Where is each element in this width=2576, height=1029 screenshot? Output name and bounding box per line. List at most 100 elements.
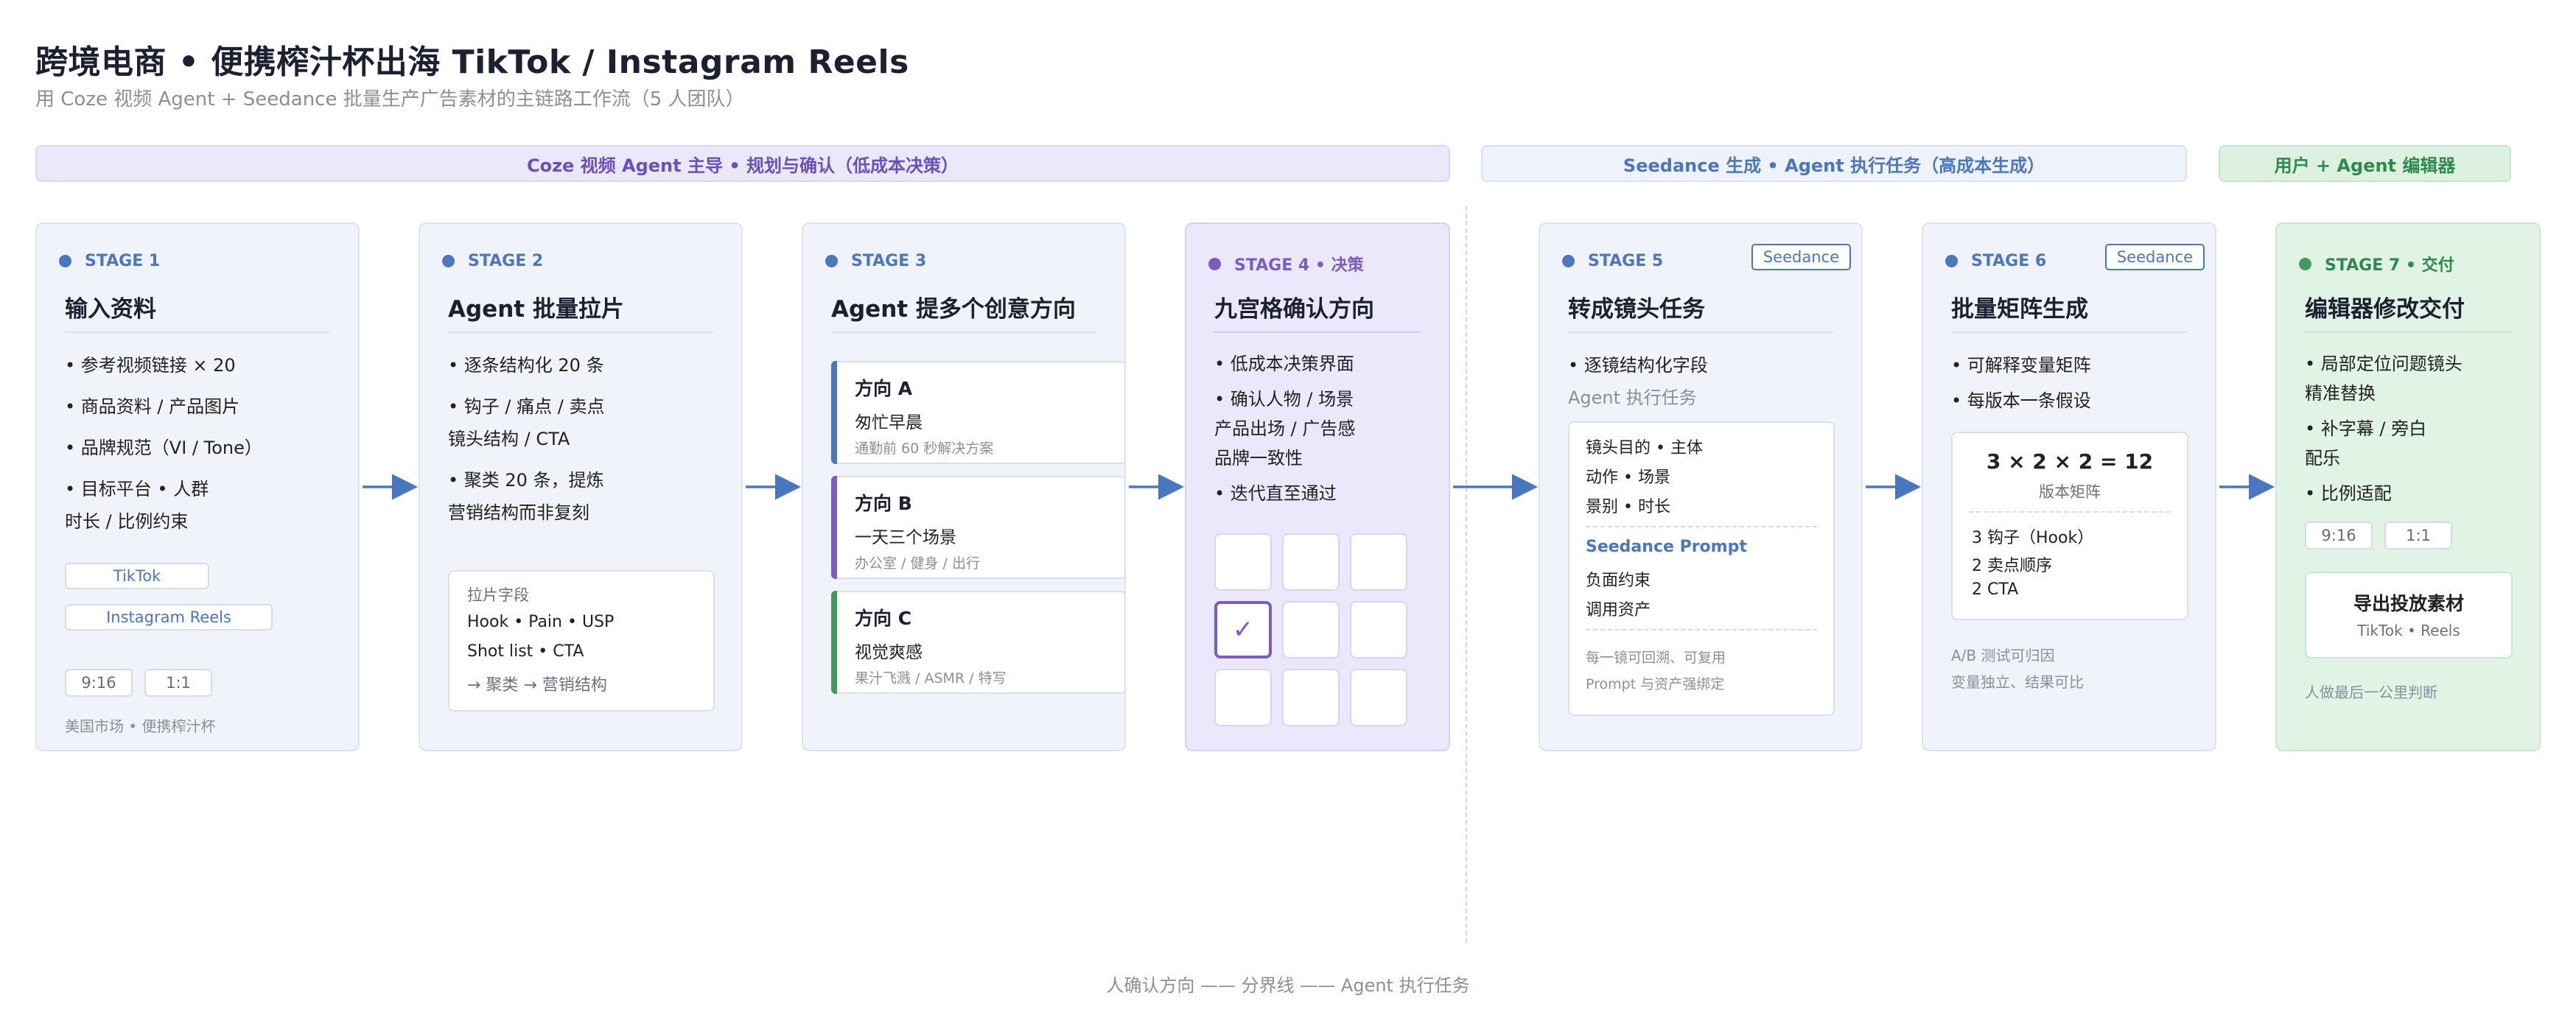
export-sub: TikTok • Reels	[2357, 622, 2460, 639]
export-button[interactable]: 导出投放素材 TikTok • Reels	[2305, 572, 2513, 659]
bullet-item: • 确认人物 / 场景	[1214, 389, 1354, 410]
stage-2-title: Agent 批量拉片	[448, 296, 624, 323]
direction-sub: 果汁飞溅 / ASMR / 特写	[855, 670, 1007, 686]
bullet-item: • 品牌规范（VI / Tone）	[65, 438, 262, 458]
ratio-chip-1-1: 1:1	[2384, 521, 2452, 549]
dashed-divider	[1969, 511, 2171, 513]
stage-2-label: STAGE 2	[442, 252, 543, 270]
bullet-item: • 低成本决策界面	[1214, 354, 1354, 374]
seedance-badge: Seedance	[1751, 244, 1851, 270]
bullet-item: • 目标平台 • 人群	[65, 479, 209, 499]
stage-4-title: 九宫格确认方向	[1214, 296, 1374, 323]
stage-1-card: STAGE 1 输入资料 • 参考视频链接 × 20 • 商品资料 / 产品图片…	[35, 222, 360, 751]
grid-cell[interactable]	[1350, 601, 1407, 659]
bullet-item: • 聚类 20 条，提炼	[448, 470, 604, 491]
direction-sub: 办公室 / 健身 / 出行	[855, 555, 980, 572]
stage-dot-icon	[1562, 255, 1575, 267]
stage-dot-icon	[2299, 257, 2311, 270]
bullet-item: 配乐	[2305, 448, 2340, 468]
bullet-item: • 比例适配	[2305, 483, 2392, 504]
grid-cell[interactable]	[1282, 533, 1340, 591]
stage-2-card: STAGE 2 Agent 批量拉片 • 逐条结构化 20 条 • 钩子 / 痛…	[419, 222, 743, 751]
platform-tag-tiktok: TikTok	[65, 563, 209, 589]
stage-4-card: STAGE 4 • 决策 九宫格确认方向 • 低成本决策界面 • 确认人物 / …	[1185, 222, 1450, 751]
bullet-item: • 每版本一条假设	[1951, 390, 2091, 411]
grid-cell[interactable]	[1350, 533, 1407, 591]
stage-1-note: 美国市场 • 便携榨汁杯	[65, 717, 216, 735]
stage-5-card: STAGE 5 Seedance 转成镜头任务 • 逐镜结构化字段 Agent …	[1539, 222, 1863, 751]
direction-accent	[831, 361, 837, 464]
matrix-formula: 3 × 2 × 2 = 12	[1986, 449, 2154, 474]
stage-1-title: 输入资料	[65, 296, 156, 323]
grid-cell[interactable]	[1214, 533, 1272, 591]
bullet-item: 精准替换	[2305, 383, 2376, 404]
shot-field-line: 镜头目的 • 主体	[1586, 439, 1703, 457]
stage-5-title: 转成镜头任务	[1568, 296, 1705, 323]
stage-dot-icon	[1208, 257, 1221, 270]
stage-5-bullets: • 逐镜结构化字段 Agent 执行任务	[1568, 349, 1839, 414]
bullet-item: • 参考视频链接 × 20	[65, 355, 236, 376]
bullet-item: • 迭代直至通过	[1214, 483, 1337, 504]
bullet-item: • 可解释变量矩阵	[1951, 355, 2091, 376]
platform-tag-instagram: Instagram Reels	[65, 604, 273, 631]
pull-fields-heading: 拉片字段	[467, 586, 529, 604]
bullet-item: • 局部定位问题镜头	[2305, 354, 2463, 374]
grid-cell[interactable]	[1282, 669, 1340, 726]
stage-dot-icon	[59, 255, 71, 267]
grid-cell-selected[interactable]: ✓	[1214, 601, 1272, 659]
shot-note: Prompt 与资产强绑定	[1586, 676, 1725, 692]
grid-cell[interactable]	[1214, 669, 1272, 726]
shot-field-line: 调用资产	[1586, 601, 1651, 619]
stage-5-label: STAGE 5	[1562, 252, 1663, 270]
grid-cell[interactable]	[1350, 669, 1407, 726]
version-matrix-box: 3 × 2 × 2 = 12 版本矩阵 3 钩子（Hook） 2 卖点顺序 2 …	[1951, 432, 2188, 620]
direction-card-c[interactable]: 方向 C 视觉爽感 果汁飞溅 / ASMR / 特写	[831, 591, 1126, 694]
matrix-line: 2 卖点顺序	[1972, 557, 2052, 575]
phase-band-seedance: Seedance 生成 • Agent 执行任务（高成本生成）	[1481, 145, 2187, 182]
check-icon: ✓	[1232, 615, 1254, 645]
stage-6-note: A/B 测试可归因	[1951, 647, 2055, 664]
stage-3-label: STAGE 3	[825, 252, 926, 270]
page-title: 跨境电商 • 便携榨汁杯出海 TikTok / Instagram Reels	[35, 43, 909, 81]
bullet-sub: Agent 执行任务	[1568, 387, 1697, 408]
direction-title: 方向 C	[855, 608, 912, 629]
direction-desc: 匆忙早晨	[855, 413, 923, 432]
stage-6-label: STAGE 6	[1945, 252, 2046, 270]
dashed-divider	[1586, 526, 1817, 527]
ratio-chip-9-16: 9:16	[65, 669, 133, 697]
pull-fields-box: 拉片字段 Hook • Pain • USP Shot list • CTA →…	[448, 570, 715, 712]
bullet-item: 镜头结构 / CTA	[448, 429, 570, 449]
divider	[2305, 331, 2511, 333]
phase-band-coze: Coze 视频 Agent 主导 • 规划与确认（低成本决策）	[35, 145, 1450, 182]
shot-note: 每一镜可回溯、可复用	[1586, 650, 1726, 666]
stage-dot-icon	[442, 255, 455, 267]
matrix-line: 3 钩子（Hook）	[1972, 529, 2094, 547]
stage-7-note: 人做最后一公里判断	[2305, 684, 2437, 701]
stage-7-bullets: • 局部定位问题镜头 精准替换 • 补字幕 / 旁白 配乐 • 比例适配	[2305, 349, 2517, 508]
divider	[65, 331, 330, 333]
stage-1-label: STAGE 1	[59, 252, 160, 270]
stage-6-note: 变量独立、结果可比	[1951, 673, 2084, 691]
bullet-item: 品牌一致性	[1214, 448, 1303, 468]
direction-desc: 视觉爽感	[855, 643, 923, 662]
direction-card-b[interactable]: 方向 B 一天三个场景 办公室 / 健身 / 出行	[831, 476, 1126, 579]
bullet-item: • 逐条结构化 20 条	[448, 355, 604, 376]
matrix-label: 版本矩阵	[2039, 483, 2101, 501]
bullet-item: • 逐镜结构化字段	[1568, 355, 1708, 376]
page-subtitle: 用 Coze 视频 Agent + Seedance 批量生产广告素材的主链路工…	[35, 88, 745, 110]
seedance-badge: Seedance	[2104, 244, 2205, 270]
grid-cell[interactable]	[1282, 601, 1340, 659]
stage-dot-icon	[825, 255, 838, 267]
direction-accent	[831, 476, 837, 579]
stage-6-card: STAGE 6 Seedance 批量矩阵生成 • 可解释变量矩阵 • 每版本一…	[1922, 222, 2216, 751]
stage-4-bullets: • 低成本决策界面 • 确认人物 / 场景 产品出场 / 广告感 品牌一致性 •…	[1214, 349, 1427, 508]
divider	[1568, 331, 1833, 333]
direction-sub: 通勤前 60 秒解决方案	[855, 440, 994, 457]
stage-6-title: 批量矩阵生成	[1951, 296, 2088, 323]
pull-field-line: Shot list • CTA	[467, 642, 584, 661]
direction-card-a[interactable]: 方向 A 匆忙早晨 通勤前 60 秒解决方案	[831, 361, 1126, 464]
matrix-line: 2 CTA	[1972, 580, 2019, 599]
seedance-prompt-label: Seedance Prompt	[1586, 538, 1747, 556]
shot-field-line: 负面约束	[1586, 572, 1651, 590]
stage-7-card: STAGE 7 • 交付 编辑器修改交付 • 局部定位问题镜头 精准替换 • 补…	[2275, 222, 2541, 751]
